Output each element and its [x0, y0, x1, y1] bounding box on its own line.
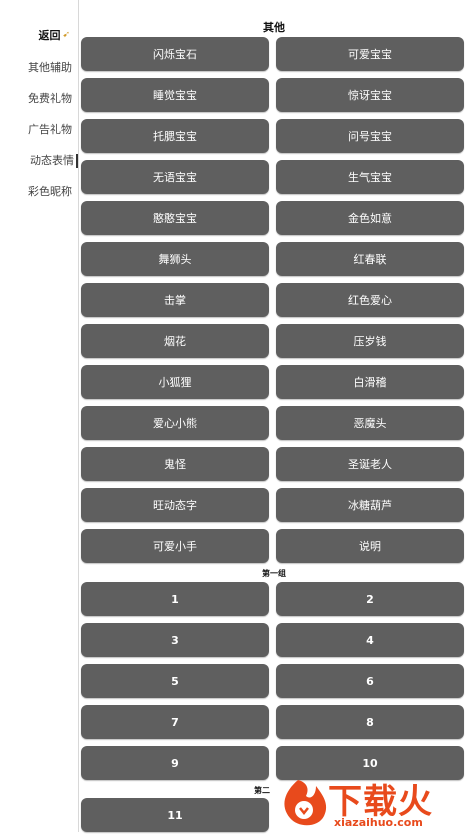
sidebar-item-color-nickname[interactable]: 彩色昵称: [28, 183, 72, 199]
emoji-button[interactable]: 金色如意: [276, 201, 464, 235]
watermark-logo: 下载火 xiazaihuo.com: [276, 770, 468, 832]
number-button[interactable]: 5: [81, 664, 269, 698]
emoji-button[interactable]: 白滑稽: [276, 365, 464, 399]
sidebar: 返回 ➹ 其他辅助 免费礼物 广告礼物 动态表情 彩色昵称: [0, 0, 79, 832]
back-button[interactable]: 返回 ➹: [38, 27, 70, 43]
emoji-button[interactable]: 舞狮头: [81, 242, 269, 276]
emoji-button[interactable]: 生气宝宝: [276, 160, 464, 194]
number-button[interactable]: 4: [276, 623, 464, 657]
number-button[interactable]: 9: [81, 746, 269, 780]
emoji-button[interactable]: 鬼怪: [81, 447, 269, 481]
sidebar-item-dynamic-emoji[interactable]: 动态表情: [30, 152, 78, 168]
emoji-button[interactable]: 旺动态字: [81, 488, 269, 522]
main-panel: 其他 闪烁宝石 可爱宝宝 睡觉宝宝 惊讶宝宝 托腮宝宝 问号宝宝 无语宝宝 生气宝宝 憨憨宝宝金…: [80, 0, 468, 832]
number-button[interactable]: 3: [81, 623, 269, 657]
number-button[interactable]: 8: [276, 705, 464, 739]
emoji-button[interactable]: 惊讶宝宝: [276, 78, 464, 112]
emoji-button[interactable]: 可爱宝宝: [276, 37, 464, 71]
emoji-button[interactable]: 托腮宝宝: [81, 119, 269, 153]
emoji-button[interactable]: 无语宝宝: [81, 160, 269, 194]
watermark-url: xiazaihuo.com: [334, 816, 423, 829]
arrow-icon: ➹: [62, 30, 70, 40]
number-button[interactable]: 6: [276, 664, 464, 698]
emoji-button[interactable]: 睡觉宝宝: [81, 78, 269, 112]
emoji-button[interactable]: 恶魔头: [276, 406, 464, 440]
sidebar-item-ad-gifts[interactable]: 广告礼物: [28, 121, 72, 137]
sidebar-item-free-gifts[interactable]: 免费礼物: [28, 90, 72, 106]
emoji-button[interactable]: 烟花: [81, 324, 269, 358]
emoji-button[interactable]: 红色爱心: [276, 283, 464, 317]
section-title: 其他: [263, 21, 285, 34]
emoji-button[interactable]: 压岁钱: [276, 324, 464, 358]
emoji-button[interactable]: 说明: [276, 529, 464, 563]
emoji-button[interactable]: 冰糖葫芦: [276, 488, 464, 522]
emoji-button[interactable]: 问号宝宝: [276, 119, 464, 153]
number-button[interactable]: 2: [276, 582, 464, 616]
emoji-button[interactable]: 憨憨宝宝: [81, 201, 269, 235]
emoji-button[interactable]: 爱心小熊: [81, 406, 269, 440]
number-button[interactable]: 1: [81, 582, 269, 616]
number-button[interactable]: 11: [81, 798, 269, 832]
emoji-button[interactable]: 可爱小手: [81, 529, 269, 563]
emoji-button[interactable]: 闪烁宝石: [81, 37, 269, 71]
group1-title: 第一组: [262, 569, 286, 578]
sidebar-item-other-assist[interactable]: 其他辅助: [28, 59, 72, 75]
emoji-button[interactable]: 圣诞老人: [276, 447, 464, 481]
number-button[interactable]: 7: [81, 705, 269, 739]
emoji-button[interactable]: 红春联: [276, 242, 464, 276]
back-label: 返回: [38, 29, 61, 42]
emoji-button[interactable]: 击掌: [81, 283, 269, 317]
emoji-button[interactable]: 小狐狸: [81, 365, 269, 399]
